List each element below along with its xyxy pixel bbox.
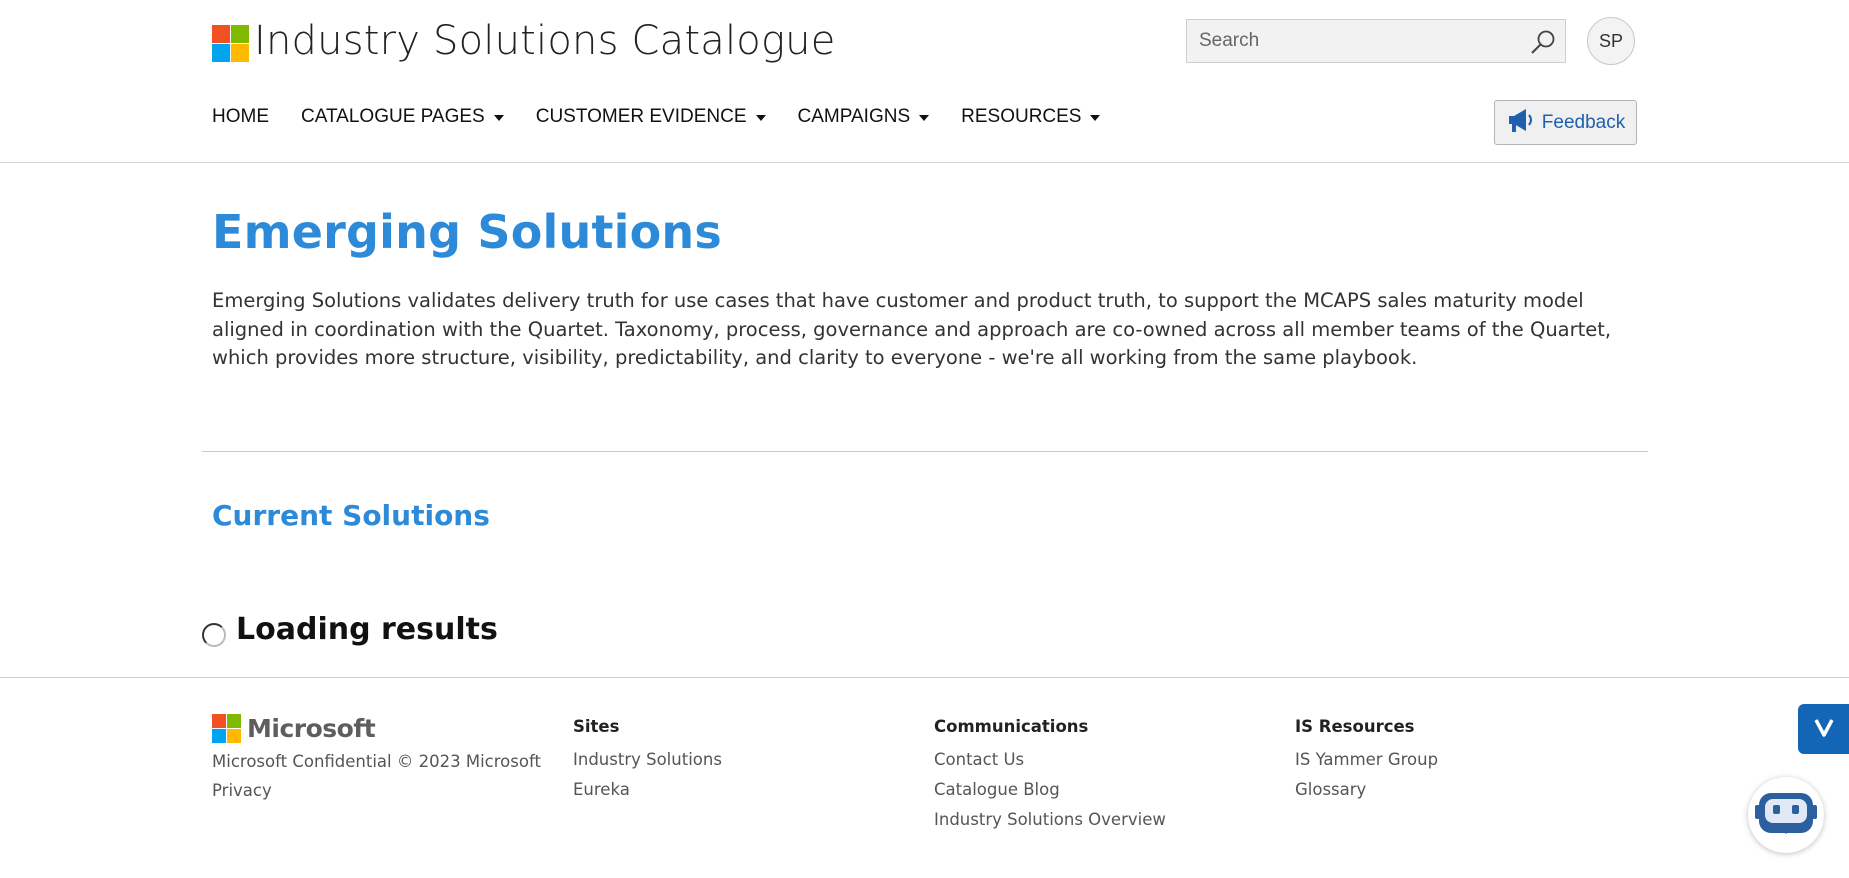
footer-link-contact-us[interactable]: Contact Us	[934, 750, 1024, 769]
footer-link-catalogue-blog[interactable]: Catalogue Blog	[934, 780, 1060, 799]
nav-item-catalogue-pages[interactable]: CATALOGUE PAGES	[301, 106, 504, 128]
loading-text: Loading results	[236, 612, 498, 647]
footer-link-yammer-group[interactable]: IS Yammer Group	[1295, 750, 1438, 769]
footer-privacy-link[interactable]: Privacy	[212, 781, 272, 800]
nav-item-resources[interactable]: RESOURCES	[961, 106, 1101, 128]
search-input[interactable]	[1187, 20, 1517, 62]
nav-item-customer-evidence[interactable]: CUSTOMER EVIDENCE	[536, 106, 766, 128]
robot-icon	[1755, 785, 1817, 846]
site-logo[interactable]	[212, 25, 249, 62]
nav-item-home[interactable]: HOME	[212, 106, 269, 128]
footer-link-industry-solutions[interactable]: Industry Solutions	[573, 750, 722, 769]
side-panel-toggle[interactable]	[1798, 704, 1849, 754]
feedback-button[interactable]: Feedback	[1494, 100, 1637, 145]
header-divider	[0, 162, 1849, 163]
microsoft-logo-icon	[212, 714, 241, 743]
section-title: Current Solutions	[212, 499, 490, 532]
search-box	[1186, 19, 1566, 63]
footer-heading-sites: Sites	[573, 717, 620, 736]
page-description: Emerging Solutions validates delivery tr…	[212, 289, 1612, 369]
footer-divider	[0, 677, 1849, 678]
logo-square-blue	[212, 44, 230, 62]
footer-link-eureka[interactable]: Eureka	[573, 780, 630, 799]
chevron-down-icon	[1812, 715, 1836, 744]
footer-link-is-overview[interactable]: Industry Solutions Overview	[934, 810, 1166, 829]
caret-down-icon	[493, 115, 504, 121]
footer-heading-communications: Communications	[934, 717, 1089, 736]
footer-brand[interactable]: Microsoft	[212, 714, 376, 743]
logo-square-yellow	[231, 44, 249, 62]
section-divider	[202, 451, 1648, 452]
footer-link-glossary[interactable]: Glossary	[1295, 780, 1366, 799]
nav-item-label: CATALOGUE PAGES	[301, 106, 485, 127]
footer-heading-is-resources: IS Resources	[1295, 717, 1415, 736]
footer-brand-name: Microsoft	[247, 714, 376, 743]
megaphone-icon	[1506, 106, 1536, 139]
nav-item-label: CAMPAIGNS	[797, 106, 911, 127]
nav-item-label: HOME	[212, 106, 269, 127]
caret-down-icon	[919, 115, 930, 121]
nav-item-label: RESOURCES	[961, 106, 1082, 127]
user-avatar[interactable]: SP	[1587, 17, 1635, 65]
main-nav: HOME CATALOGUE PAGES CUSTOMER EVIDENCE C…	[212, 106, 1132, 128]
logo-square-green	[231, 25, 249, 43]
footer-copyright: Microsoft Confidential © 2023 Microsoft	[212, 752, 541, 771]
logo-square-red	[212, 25, 230, 43]
page-title: Emerging Solutions	[212, 205, 722, 259]
search-icon[interactable]	[1529, 28, 1557, 56]
nav-item-label: CUSTOMER EVIDENCE	[535, 106, 747, 127]
caret-down-icon	[755, 115, 766, 121]
chatbot-button[interactable]	[1748, 777, 1824, 853]
nav-item-campaigns[interactable]: CAMPAIGNS	[798, 106, 930, 128]
feedback-label: Feedback	[1541, 111, 1626, 133]
loading-spinner-icon	[202, 623, 226, 647]
caret-down-icon	[1090, 115, 1101, 121]
site-title[interactable]: Industry Solutions Catalogue	[254, 18, 836, 64]
